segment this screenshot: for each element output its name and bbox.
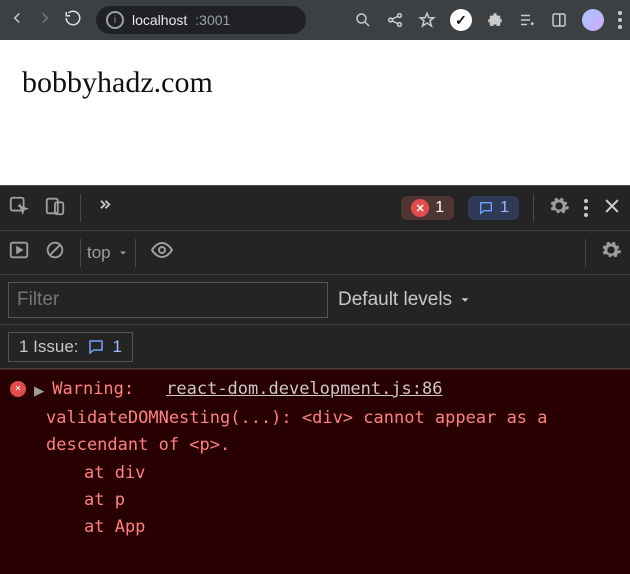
errors-count: 1 (435, 199, 444, 217)
divider (585, 239, 586, 267)
zoom-icon[interactable] (354, 11, 372, 29)
console-warning-keyword: Warning: (52, 376, 134, 403)
forward-button[interactable] (36, 9, 54, 32)
messages-pill[interactable]: 1 (468, 196, 519, 220)
clear-console-icon[interactable] (44, 239, 66, 266)
media-control-icon[interactable] (518, 11, 536, 29)
filter-input[interactable] (8, 282, 328, 318)
inspect-element-icon[interactable] (8, 195, 30, 222)
levels-label: Default levels (338, 289, 452, 311)
tab-overview-icon[interactable] (550, 11, 568, 29)
message-icon (478, 200, 494, 216)
error-icon: ✕ (10, 381, 26, 397)
message-icon (87, 338, 105, 356)
address-bar[interactable]: i localhost :3001 (96, 6, 306, 34)
stack-line: at p (10, 487, 620, 514)
messages-count: 1 (500, 199, 509, 217)
url-host: localhost (132, 12, 187, 28)
live-expression-icon[interactable] (150, 238, 174, 267)
devtools-menu-icon[interactable] (584, 199, 588, 217)
device-toggle-icon[interactable] (44, 195, 66, 222)
context-select[interactable]: top (80, 239, 136, 267)
console-settings-icon[interactable] (600, 239, 622, 266)
extension-lastpass-icon[interactable]: ✓ (450, 9, 472, 31)
back-button[interactable] (8, 9, 26, 32)
console-source-link[interactable]: react-dom.development.js:86 (166, 376, 442, 403)
more-tabs-icon[interactable] (95, 197, 113, 220)
error-icon: ✕ (411, 199, 429, 217)
context-label: top (87, 243, 111, 263)
site-info-icon[interactable]: i (106, 11, 124, 29)
issues-chip[interactable]: 1 Issue: 1 (8, 332, 133, 362)
toggle-drawer-icon[interactable] (8, 239, 30, 266)
profile-avatar[interactable] (582, 9, 604, 31)
reload-button[interactable] (64, 9, 82, 32)
extensions-icon[interactable] (486, 11, 504, 29)
console-message: validateDOMNesting(...): <div> cannot ap… (46, 405, 620, 459)
stack-line: at div (10, 460, 620, 487)
divider (533, 194, 534, 222)
chevron-down-icon (117, 247, 129, 259)
browser-menu-icon[interactable] (618, 11, 622, 29)
errors-pill[interactable]: ✕ 1 (401, 196, 454, 220)
console-output: ✕ ▶ Warning: react-dom.development.js:86… (0, 369, 630, 574)
disclosure-triangle-icon[interactable]: ▶ (34, 378, 44, 405)
devtools-settings-icon[interactable] (548, 195, 570, 222)
issues-label: 1 Issue: (19, 337, 79, 357)
devtools-close-icon[interactable] (602, 196, 622, 221)
url-port: :3001 (195, 12, 230, 28)
issues-count: 1 (113, 337, 122, 357)
share-icon[interactable] (386, 11, 404, 29)
stack-line: at App (10, 514, 620, 541)
bookmark-icon[interactable] (418, 11, 436, 29)
log-levels-select[interactable]: Default levels (338, 289, 472, 311)
divider (80, 194, 81, 222)
chevron-down-icon (458, 293, 472, 307)
page-heading: bobbyhadz.com (22, 66, 608, 100)
